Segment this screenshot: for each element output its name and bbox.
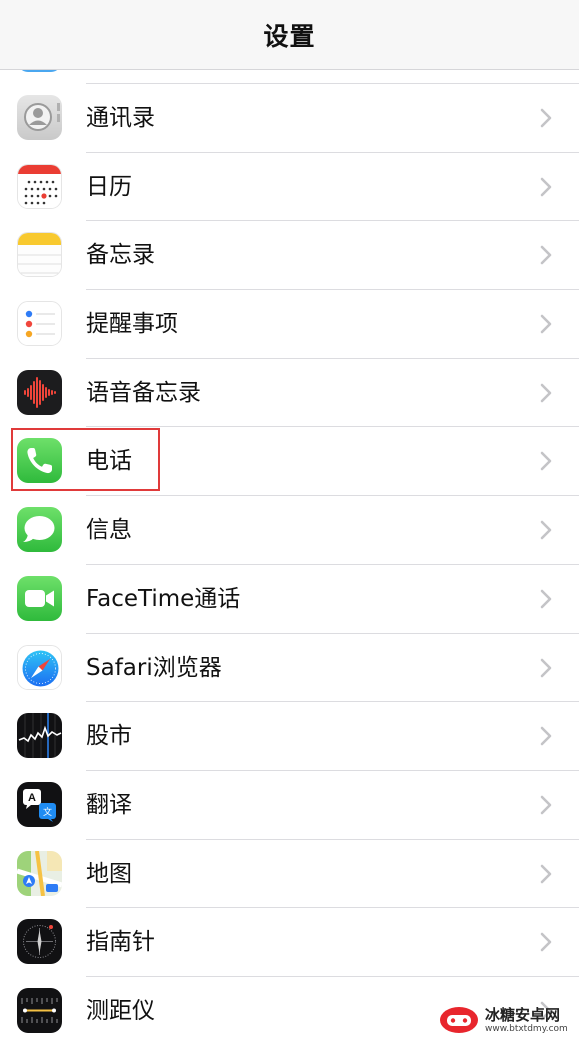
chevron-right-icon [540,795,552,815]
settings-row-contacts[interactable]: 通讯录 [0,84,579,153]
reminders-icon [17,301,62,347]
chevron-right-icon [540,246,552,265]
chevron-right-icon [540,314,552,334]
highlight-box [11,428,160,491]
chevron-right-icon [540,726,552,746]
chevron-right-icon [540,864,552,883]
row-label: 测距仪 [86,997,155,1024]
row-label: 提醒事项 [86,311,178,338]
row-label: 指南针 [86,929,155,956]
compass-icon [17,919,62,965]
settings-row-calendar[interactable]: 日历 [0,153,579,222]
settings-row-stocks[interactable]: 股市 [0,702,579,771]
watermark-title: 冰糖安卓网 [485,1005,561,1024]
chevron-right-icon [540,589,552,609]
settings-row-facetime[interactable]: FaceTime通话 [0,565,579,634]
facetime-icon [17,575,62,621]
watermark: 冰糖安卓网 www.btxtdmy.com [439,1002,575,1038]
settings-row-translate[interactable]: A 文 翻译 [0,771,579,840]
row-label: FaceTime通话 [86,585,241,612]
chevron-right-icon [540,452,552,471]
voice-memos-icon [17,369,62,415]
row-label: 备忘录 [86,242,155,269]
settings-row-maps[interactable]: 地图 [0,840,579,909]
chevron-right-icon [540,520,552,540]
messages-icon [17,507,62,553]
stocks-icon [17,713,62,759]
settings-row-notes[interactable]: 备忘录 [0,221,579,291]
maps-icon [17,850,62,896]
watermark-logo-icon [440,1007,478,1033]
row-label: Safari浏览器 [86,654,222,681]
safari-icon [17,644,62,690]
row-label: 语音备忘录 [86,379,201,406]
watermark-url: www.btxtdmy.com [485,1023,568,1034]
chevron-right-icon [540,177,552,196]
chevron-right-icon [540,383,552,403]
notes-icon [17,232,62,278]
translate-icon: A 文 [17,781,62,827]
svg-text:A: A [28,792,36,804]
chevron-right-icon [540,932,552,952]
settings-row-compass[interactable]: 指南针 [0,908,579,977]
row-label: 信息 [86,517,132,544]
settings-row-voice-memos[interactable]: 语音备忘录 [0,359,579,428]
row-label: 股市 [86,723,132,750]
measure-icon [17,987,62,1033]
settings-list: 通讯录 日历 备忘录 提醒事项 语音备忘录 电话 信息 FaceTime通话 S… [0,84,579,1046]
row-label: 地图 [86,860,132,887]
settings-row-safari[interactable]: Safari浏览器 [0,634,579,703]
row-label: 翻译 [86,791,132,818]
navigation-bar: 设置 [0,0,579,70]
chevron-right-icon [540,108,552,128]
page-title: 设置 [263,21,316,51]
contacts-icon [17,95,62,140]
row-label: 日历 [86,173,132,200]
settings-row-reminders[interactable]: 提醒事项 [0,290,579,359]
settings-row-messages[interactable]: 信息 [0,496,579,565]
row-label: 通讯录 [86,105,155,131]
svg-text:文: 文 [43,806,52,818]
calendar-icon [17,163,62,209]
chevron-right-icon [540,658,552,677]
